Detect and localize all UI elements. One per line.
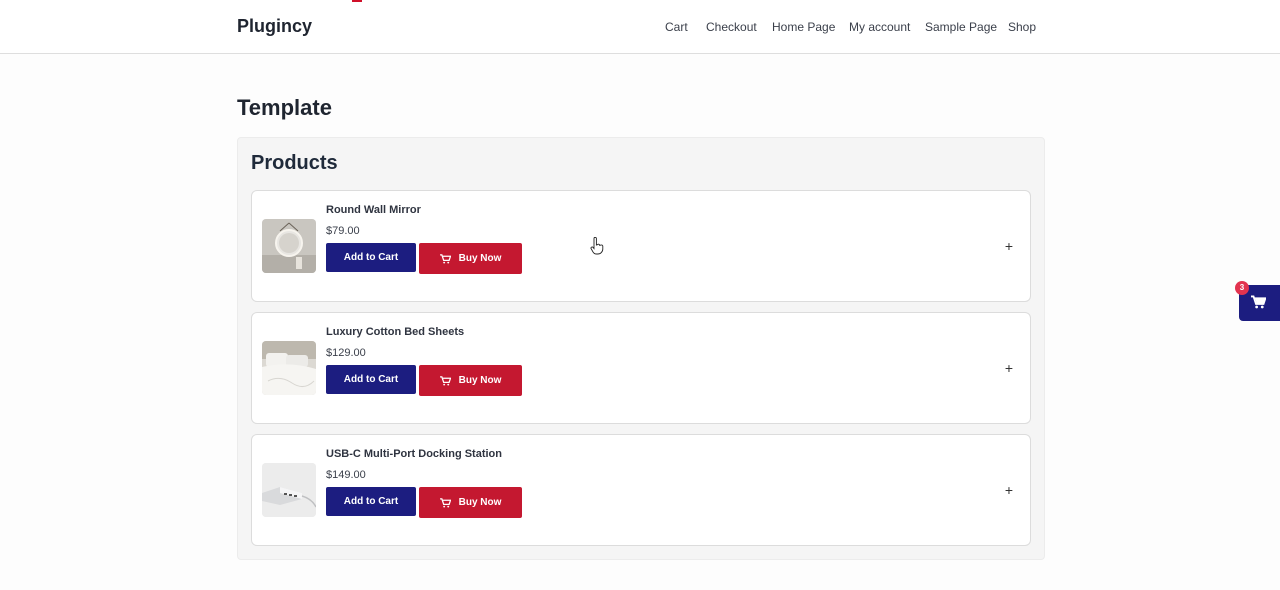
buy-now-label: Buy Now (458, 253, 502, 264)
expand-icon[interactable]: + (1002, 239, 1016, 253)
nav-sample-page[interactable]: Sample Page (925, 20, 997, 34)
cart-icon (439, 253, 451, 264)
product-card: USB-C Multi-Port Docking Station $149.00… (251, 434, 1031, 546)
product-card: Luxury Cotton Bed Sheets $129.00 Add to … (251, 312, 1031, 424)
product-name[interactable]: Luxury Cotton Bed Sheets (326, 326, 464, 338)
expand-icon[interactable]: + (1002, 483, 1016, 497)
cart-count-badge: 3 (1235, 281, 1249, 295)
site-brand[interactable]: Plugincy (237, 16, 312, 37)
nav-cart[interactable]: Cart (665, 20, 688, 34)
product-card: Round Wall Mirror $79.00 Add to Cart Buy… (251, 190, 1031, 302)
nav-checkout[interactable]: Checkout (706, 20, 757, 34)
add-to-cart-button[interactable]: Add to Cart (326, 243, 416, 272)
product-name[interactable]: Round Wall Mirror (326, 204, 421, 216)
cart-icon (1251, 295, 1266, 309)
floating-cart-button[interactable]: 3 (1235, 281, 1280, 321)
hand-cursor-icon (590, 237, 604, 255)
product-image-bed-sheets[interactable] (262, 341, 316, 395)
product-image-mirror[interactable] (262, 219, 316, 273)
product-name[interactable]: USB-C Multi-Port Docking Station (326, 448, 502, 460)
cart-icon (439, 497, 451, 508)
header-accent (352, 0, 362, 2)
buy-now-button[interactable]: Buy Now (419, 243, 522, 274)
buy-now-label: Buy Now (458, 497, 502, 508)
product-price: $79.00 (326, 225, 360, 237)
add-to-cart-button[interactable]: Add to Cart (326, 365, 416, 394)
product-price: $129.00 (326, 347, 366, 359)
nav-my-account[interactable]: My account (849, 20, 910, 34)
nav-shop[interactable]: Shop (1008, 20, 1036, 34)
buy-now-button[interactable]: Buy Now (419, 365, 522, 396)
site-header: Plugincy Cart Checkout Home Page My acco… (0, 0, 1280, 54)
products-heading: Products (251, 152, 338, 174)
add-to-cart-button[interactable]: Add to Cart (326, 487, 416, 516)
products-panel: Products Round Wall Mirror $79.00 Add to… (237, 137, 1045, 560)
product-price: $149.00 (326, 469, 366, 481)
buy-now-button[interactable]: Buy Now (419, 487, 522, 518)
buy-now-label: Buy Now (458, 375, 502, 386)
nav-home-page[interactable]: Home Page (772, 20, 835, 34)
expand-icon[interactable]: + (1002, 361, 1016, 375)
page-title: Template (237, 95, 332, 120)
product-image-docking-station[interactable] (262, 463, 316, 517)
cart-icon (439, 375, 451, 386)
